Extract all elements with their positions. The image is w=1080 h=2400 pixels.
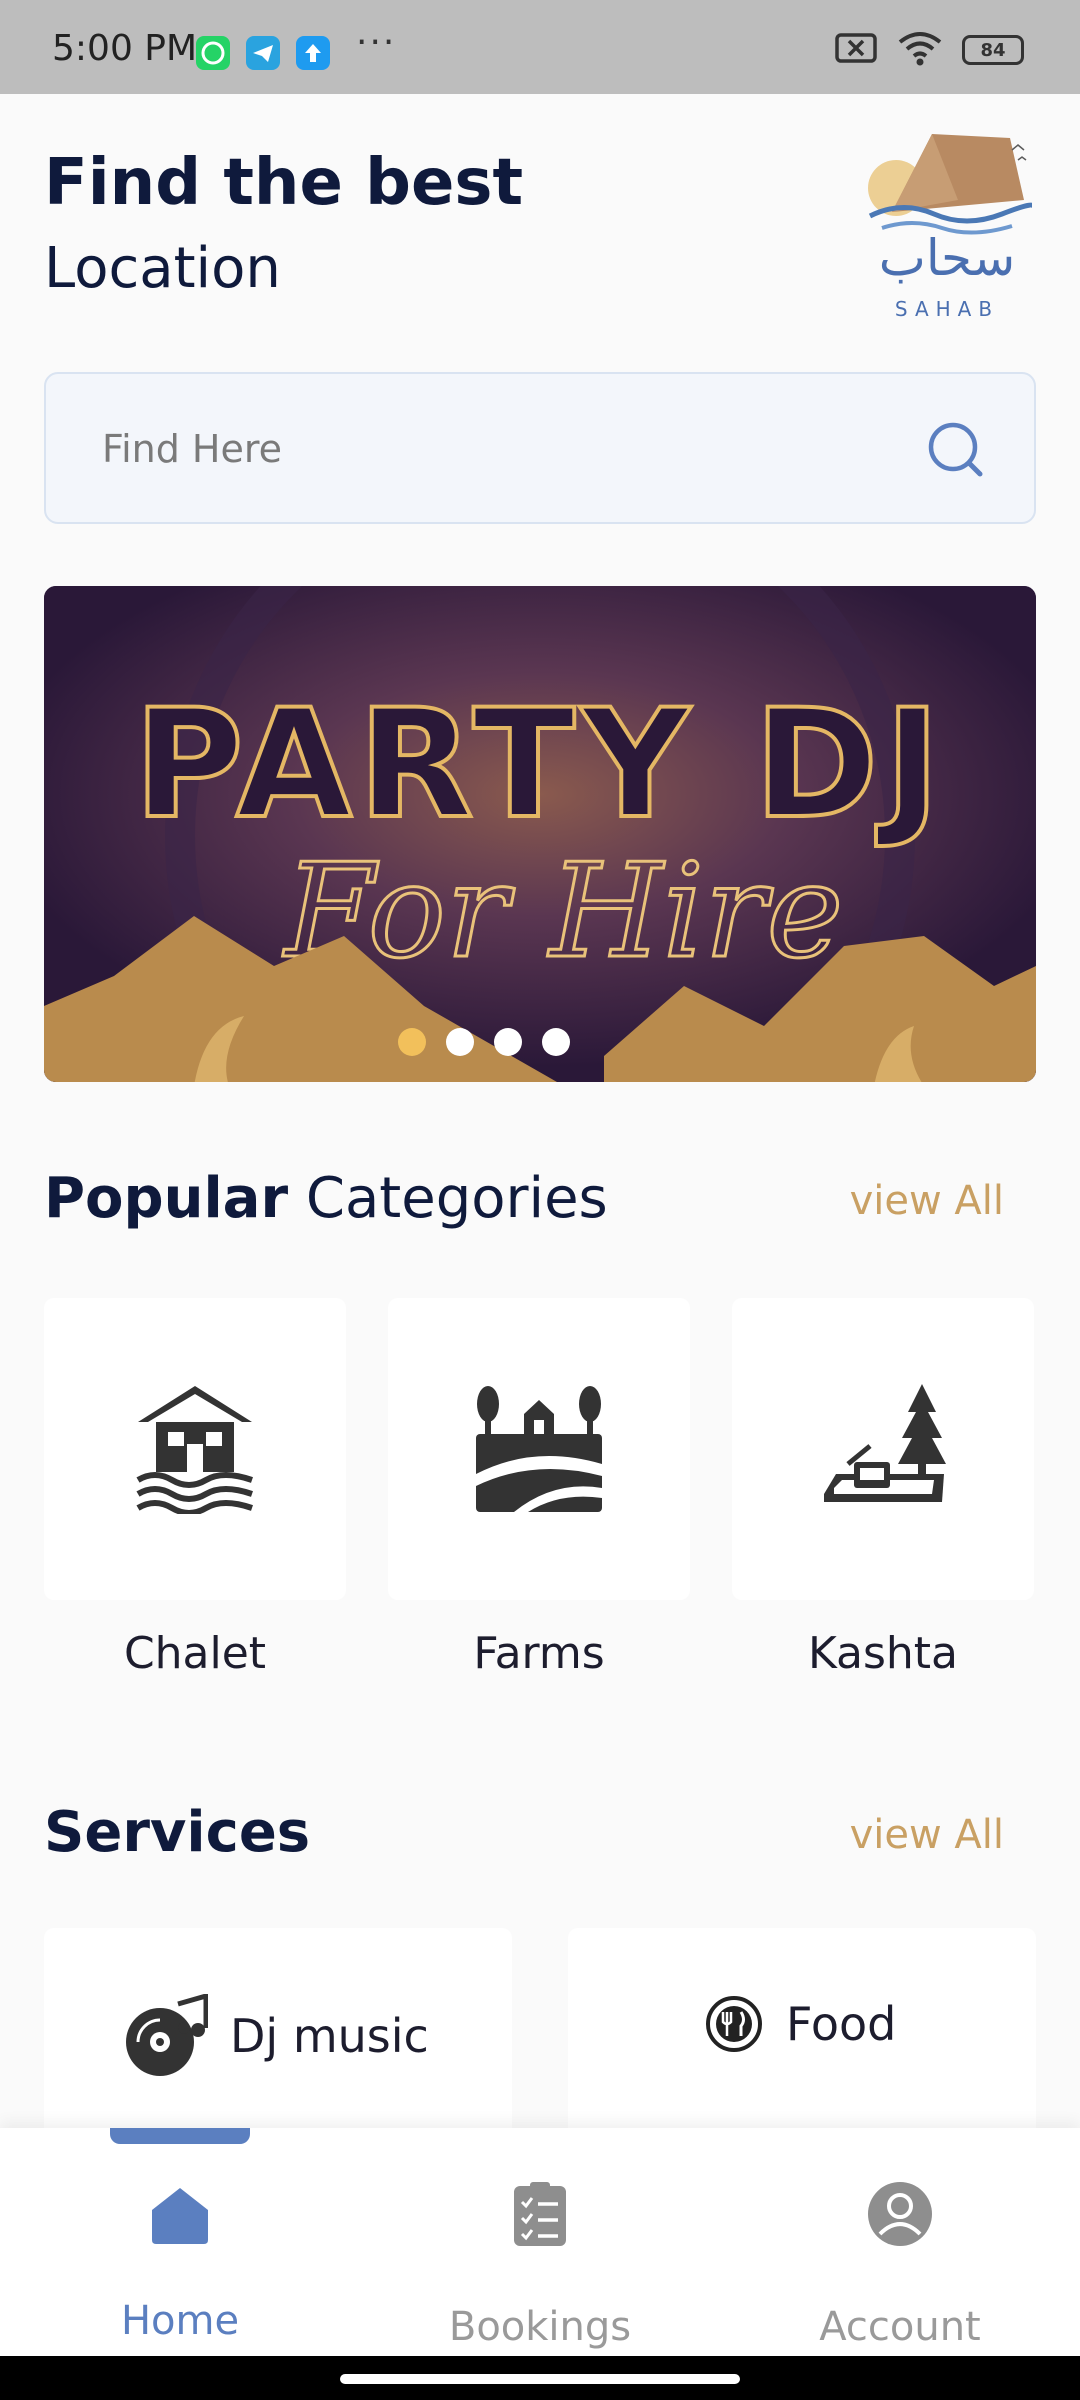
carousel-dot[interactable]: [398, 1028, 426, 1056]
nav-label-bookings: Bookings: [448, 2304, 632, 2350]
category-card-chalet[interactable]: [44, 1298, 346, 1600]
status-right: 84: [834, 30, 1024, 70]
categories-title-bold: Popular: [44, 1166, 289, 1231]
service-card-food[interactable]: Food: [568, 1928, 1036, 2148]
category-card-kashta[interactable]: [732, 1298, 1034, 1600]
carousel-indicator: [44, 1028, 1036, 1056]
categories-title-rest: Categories: [288, 1166, 608, 1231]
nav-item-account[interactable]: Account: [750, 2128, 1050, 2356]
telegram-icon: [246, 36, 280, 70]
bottom-navigation: Home Bookings Account: [0, 2128, 1080, 2356]
category-card-farms[interactable]: [388, 1298, 690, 1600]
home-icon: [152, 2188, 208, 2244]
kashta-icon: [824, 1384, 946, 1502]
banner-title: PARTY DJ: [134, 678, 947, 852]
status-bar: 5:00 PM ··· 84: [0, 0, 1080, 94]
category-label: Chalet: [123, 1628, 267, 1679]
whatsapp-icon: [196, 36, 230, 70]
nav-item-home[interactable]: Home: [30, 2128, 330, 2356]
nav-label-home: Home: [120, 2298, 240, 2344]
categories-title: Popular Categories: [44, 1166, 608, 1231]
battery-indicator: 84: [962, 35, 1024, 65]
nav-item-bookings[interactable]: Bookings: [390, 2128, 690, 2356]
status-time: 5:00 PM: [52, 28, 198, 69]
logo-arabic-text: سحاب: [879, 229, 1015, 287]
categories-view-all-link[interactable]: view All: [850, 1178, 1004, 1224]
page-title: Find the best: [44, 146, 524, 220]
no-sim-icon: [834, 30, 878, 70]
search-icon[interactable]: [926, 420, 986, 480]
logo-latin-text: SAHAB: [895, 297, 999, 321]
gesture-bar: [0, 2356, 1080, 2400]
bookings-icon: [514, 2182, 566, 2246]
chalet-icon: [136, 1386, 253, 1514]
service-card-dj-music[interactable]: Dj music: [44, 1928, 512, 2148]
category-label: Farms: [473, 1628, 605, 1679]
service-content: Food: [704, 1994, 896, 2054]
carousel-dot[interactable]: [494, 1028, 522, 1056]
music-disc-icon: [126, 1994, 208, 2076]
home-indicator[interactable]: [340, 2374, 740, 2384]
service-content: Dj music: [124, 1994, 429, 2078]
service-label: Dj music: [230, 2009, 429, 2063]
nav-label-account: Account: [819, 2304, 981, 2350]
search-bar[interactable]: [44, 372, 1036, 524]
promo-banner[interactable]: PARTY DJ For Hire: [44, 586, 1036, 1082]
sahab-logo: سحاب SAHAB: [862, 130, 1036, 330]
food-plate-icon: [706, 1996, 762, 2052]
services-title: Services: [44, 1800, 311, 1865]
status-more: ···: [356, 22, 397, 63]
category-label: Kashta: [807, 1628, 959, 1679]
service-label: Food: [786, 1997, 897, 2051]
search-input[interactable]: [102, 416, 902, 482]
account-icon: [868, 2182, 932, 2246]
upload-icon: [296, 36, 330, 70]
banner-artwork: PARTY DJ For Hire: [44, 586, 1036, 1082]
services-view-all-link[interactable]: view All: [850, 1812, 1004, 1858]
farm-icon: [476, 1386, 602, 1512]
wifi-icon: [896, 30, 944, 70]
carousel-dot[interactable]: [446, 1028, 474, 1056]
page-subtitle: Location: [44, 236, 281, 301]
carousel-dot[interactable]: [542, 1028, 570, 1056]
